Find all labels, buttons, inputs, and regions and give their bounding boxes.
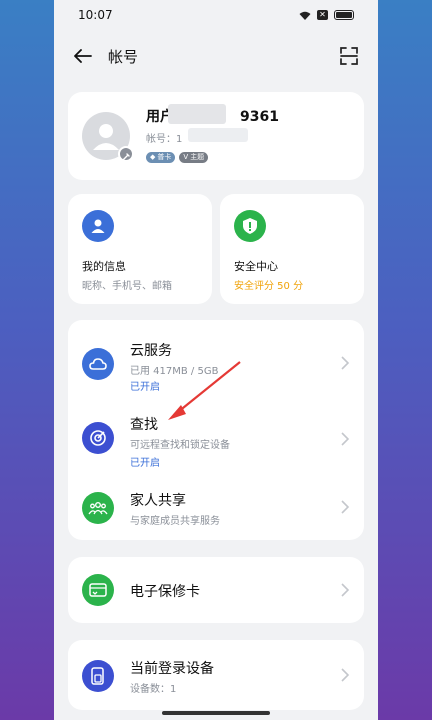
e-warranty-card[interactable]: 电子保修卡 [68, 557, 364, 623]
wifi-icon [299, 11, 311, 20]
family-sharing-title: 家人共享 [130, 493, 186, 509]
redacted-name-block [168, 104, 226, 124]
shield-icon [234, 210, 266, 242]
find-device-row[interactable]: 查找 可远程查找和锁定设备 已开启 [68, 402, 364, 478]
e-warranty-title: 电子保修卡 [130, 584, 200, 600]
profile-card[interactable]: 用户 9361 帐号：1 ◆ 普卡 V 主题 [68, 92, 364, 180]
v-logo-icon: V [183, 153, 189, 161]
cloud-icon [82, 348, 114, 380]
user-account: 帐号：1 [146, 134, 183, 145]
back-button[interactable] [72, 45, 94, 67]
cloud-service-title: 云服务 [130, 343, 172, 359]
logged-in-devices-card[interactable]: 当前登录设备 设备数：1 [68, 640, 364, 710]
member-card-badge[interactable]: ◆ 普卡 [146, 152, 176, 163]
app-header: 帐号 [54, 30, 378, 82]
chevron-right-icon [341, 500, 350, 514]
chevron-right-icon [341, 583, 350, 597]
my-info-subtitle: 昵称、手机号、邮箱 [82, 281, 172, 292]
theme-badge[interactable]: V 主题 [179, 152, 209, 163]
radar-icon [82, 422, 114, 454]
warranty-card-icon [82, 574, 114, 606]
services-card: 云服务 已用 417MB / 5GB 已开启 查找 可远程查找和锁定设备 已开启 [68, 320, 364, 540]
family-sharing-row[interactable]: 家人共享 与家庭成员共享服务 [68, 478, 364, 540]
device-count: 设备数：1 [130, 684, 177, 695]
status-time: 10:07 [78, 8, 113, 22]
page-title: 帐号 [108, 47, 139, 66]
avatar-edit-icon[interactable] [118, 146, 134, 162]
security-center-title: 安全中心 [234, 260, 278, 273]
find-device-status: 已开启 [130, 458, 160, 469]
find-device-subtitle: 可远程查找和锁定设备 [130, 440, 230, 451]
person-icon [82, 210, 114, 242]
cloud-storage-usage: 已用 417MB / 5GB [130, 366, 219, 377]
devices-icon [82, 660, 114, 692]
user-name-suffix: 9361 [240, 109, 279, 125]
chevron-right-icon [341, 356, 350, 370]
chevron-right-icon [341, 432, 350, 446]
battery-icon [334, 10, 354, 20]
member-card-icon: ◆ [150, 153, 156, 161]
home-indicator [162, 711, 270, 715]
security-center-tile[interactable]: 安全中心 安全评分 50 分 [220, 194, 364, 304]
phone-screen: 10:07 ✕ 帐号 用户 9361 帐号：1 ◆ 普卡 V 主题 我的信息 昵… [54, 0, 378, 720]
logged-in-devices-title: 当前登录设备 [130, 661, 214, 677]
find-device-title: 查找 [130, 417, 158, 433]
status-bar: 10:07 ✕ [54, 0, 378, 30]
cloud-service-row[interactable]: 云服务 已用 417MB / 5GB 已开启 [68, 320, 364, 396]
arrow-left-icon [74, 49, 92, 63]
notification-x-icon: ✕ [317, 10, 328, 20]
scan-icon[interactable] [338, 45, 360, 67]
security-score: 安全评分 50 分 [234, 281, 304, 292]
profile-badges: ◆ 普卡 V 主题 [146, 152, 209, 163]
my-info-tile[interactable]: 我的信息 昵称、手机号、邮箱 [68, 194, 212, 304]
cloud-status: 已开启 [130, 382, 160, 393]
chevron-right-icon [341, 668, 350, 682]
family-icon [82, 492, 114, 524]
family-sharing-subtitle: 与家庭成员共享服务 [130, 516, 220, 527]
my-info-title: 我的信息 [82, 260, 126, 273]
redacted-account-block [188, 128, 248, 142]
